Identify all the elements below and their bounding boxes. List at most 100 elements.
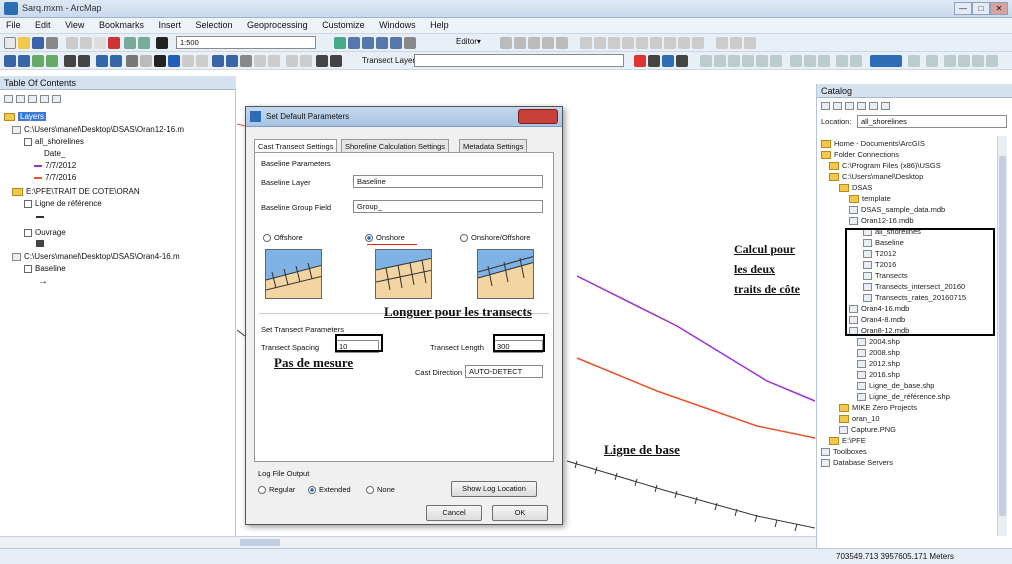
minimize-button[interactable]: — [954,2,972,15]
log-none-dot[interactable] [366,486,374,495]
tab-shoreline-calculation-settings[interactable]: Shoreline Calculation Settings [341,139,450,153]
toc-item-ouvrage[interactable]: Ouvrage [24,228,66,237]
editor-menu[interactable]: Editor▾ [456,37,481,46]
cast-direction-select[interactable]: AUTO-DETECT [465,365,543,378]
clear-selection-icon[interactable] [140,55,152,67]
forward-icon[interactable] [110,55,122,67]
ok-button[interactable]: OK [492,505,548,521]
toc-options-icon[interactable] [52,94,61,103]
search-window-icon[interactable] [362,37,374,49]
map-view-toggles[interactable] [240,539,280,546]
bold-icon[interactable] [742,55,754,67]
cut-icon[interactable] [66,37,78,49]
fixed-zoom-out-icon[interactable] [78,55,90,67]
fill-color-icon[interactable] [790,55,802,67]
save-icon[interactable] [32,37,44,49]
python-window-icon[interactable] [390,37,402,49]
toc-item-oran12-16[interactable]: C:\Users\manel\Desktop\DSAS\Oran12-16.m [12,125,184,134]
find-icon[interactable] [226,55,238,67]
log-extended-radio[interactable]: Extended [308,485,351,495]
order-icon[interactable] [972,55,984,67]
dsas-tool-icon[interactable] [330,55,342,67]
copy-icon[interactable] [80,37,92,49]
catalog-scrollbar[interactable] [997,136,1007,536]
transect-layer-dropdown[interactable] [414,54,624,67]
fixed-zoom-in-icon[interactable] [64,55,76,67]
back-icon[interactable] [96,55,108,67]
line-style-icon[interactable] [908,55,920,67]
scale-dropdown[interactable]: 1:500 [176,36,316,49]
dsas-help-icon[interactable] [676,55,688,67]
toc-item-oran4-16[interactable]: C:\Users\manel\Desktop\DSAS\Oran4-16.m [12,252,180,261]
draw-rectangle-icon[interactable] [700,55,712,67]
radio-offshore[interactable]: Offshore [263,233,303,243]
paste-icon[interactable] [94,37,106,49]
zoom-in-icon[interactable] [4,55,16,67]
sketch-tool-icon[interactable] [514,37,526,49]
time-slider-icon[interactable] [268,55,280,67]
catalog-item[interactable]: DSAS [839,183,872,193]
list-by-selection-icon[interactable] [40,94,49,103]
menu-file[interactable]: File [0,18,27,32]
dsas-edit-icon[interactable] [316,55,328,67]
catalog-item[interactable]: DSAS_sample_data.mdb [849,205,945,215]
menu-customize[interactable]: Customize [316,18,371,32]
catalog-item[interactable]: Database Servers [821,458,893,468]
measure-icon[interactable] [212,55,224,67]
snapping-icon[interactable] [692,37,704,49]
catalog-item[interactable]: 2012.shp [857,359,900,369]
topology-icon[interactable] [650,37,662,49]
catalog-item[interactable]: Folder Connections [821,150,899,160]
new-text-icon[interactable] [714,55,726,67]
catalog-item[interactable]: 2004.shp [857,337,900,347]
edit-vertices-icon[interactable] [730,37,742,49]
log-extended-dot[interactable] [308,486,316,495]
toc-item-all-shorelines[interactable]: all_shorelines [24,137,84,146]
radio-onshore-dot[interactable] [365,234,373,243]
radio-onshore[interactable]: Onshore [365,233,405,243]
font-color-icon[interactable] [818,55,830,67]
log-regular-radio[interactable]: Regular [258,485,295,495]
create-viewer-icon[interactable] [286,55,298,67]
menu-geoprocessing[interactable]: Geoprocessing [241,18,314,32]
reshape-icon[interactable] [744,37,756,49]
visibility-checkbox[interactable] [24,137,32,146]
catalog-item[interactable]: E:\PFE [829,436,866,446]
swipe-icon[interactable] [300,55,312,67]
straight-segment-icon[interactable] [528,37,540,49]
edit-tool-icon[interactable] [500,37,512,49]
map-horizontal-scrollbar[interactable] [0,536,816,548]
underline-icon[interactable] [770,55,782,67]
align-icon[interactable] [986,55,998,67]
trace-icon[interactable] [556,37,568,49]
identify-icon[interactable] [168,55,180,67]
error-inspector-icon[interactable] [678,37,690,49]
line-color-icon[interactable] [804,55,816,67]
sketch-properties-icon[interactable] [622,37,634,49]
catalog-item[interactable]: 2008.shp [857,348,900,358]
html-popup-icon[interactable] [196,55,208,67]
calculate-rates-icon[interactable] [648,55,660,67]
menu-selection[interactable]: Selection [190,18,239,32]
catalog-item[interactable]: Oran12-16.mdb [849,216,914,226]
toc-item-ligne-reference[interactable]: Ligne de référence [24,199,102,208]
views-icon[interactable] [881,102,890,111]
visibility-checkbox[interactable] [24,199,32,208]
arctoolbox-icon[interactable] [376,37,388,49]
italic-icon[interactable] [756,55,768,67]
attributes-icon[interactable] [608,37,620,49]
list-by-visibility-icon[interactable] [28,94,37,103]
print-icon[interactable] [46,37,58,49]
back-icon[interactable] [821,102,830,111]
log-none-radio[interactable]: None [366,485,395,495]
catalog-item[interactable]: Toolboxes [821,447,867,457]
log-regular-dot[interactable] [258,486,266,495]
up-one-level-icon[interactable] [857,102,866,111]
catalog-item[interactable]: Home - Documents\ArcGIS [821,139,925,149]
catalog-item[interactable]: oran_10 [839,414,880,424]
catalog-item[interactable]: Ligne_de_référence.shp [857,392,950,402]
visibility-checkbox[interactable] [24,228,32,237]
model-builder-icon[interactable] [404,37,416,49]
hyperlink-icon[interactable] [182,55,194,67]
menu-bookmarks[interactable]: Bookmarks [93,18,150,32]
